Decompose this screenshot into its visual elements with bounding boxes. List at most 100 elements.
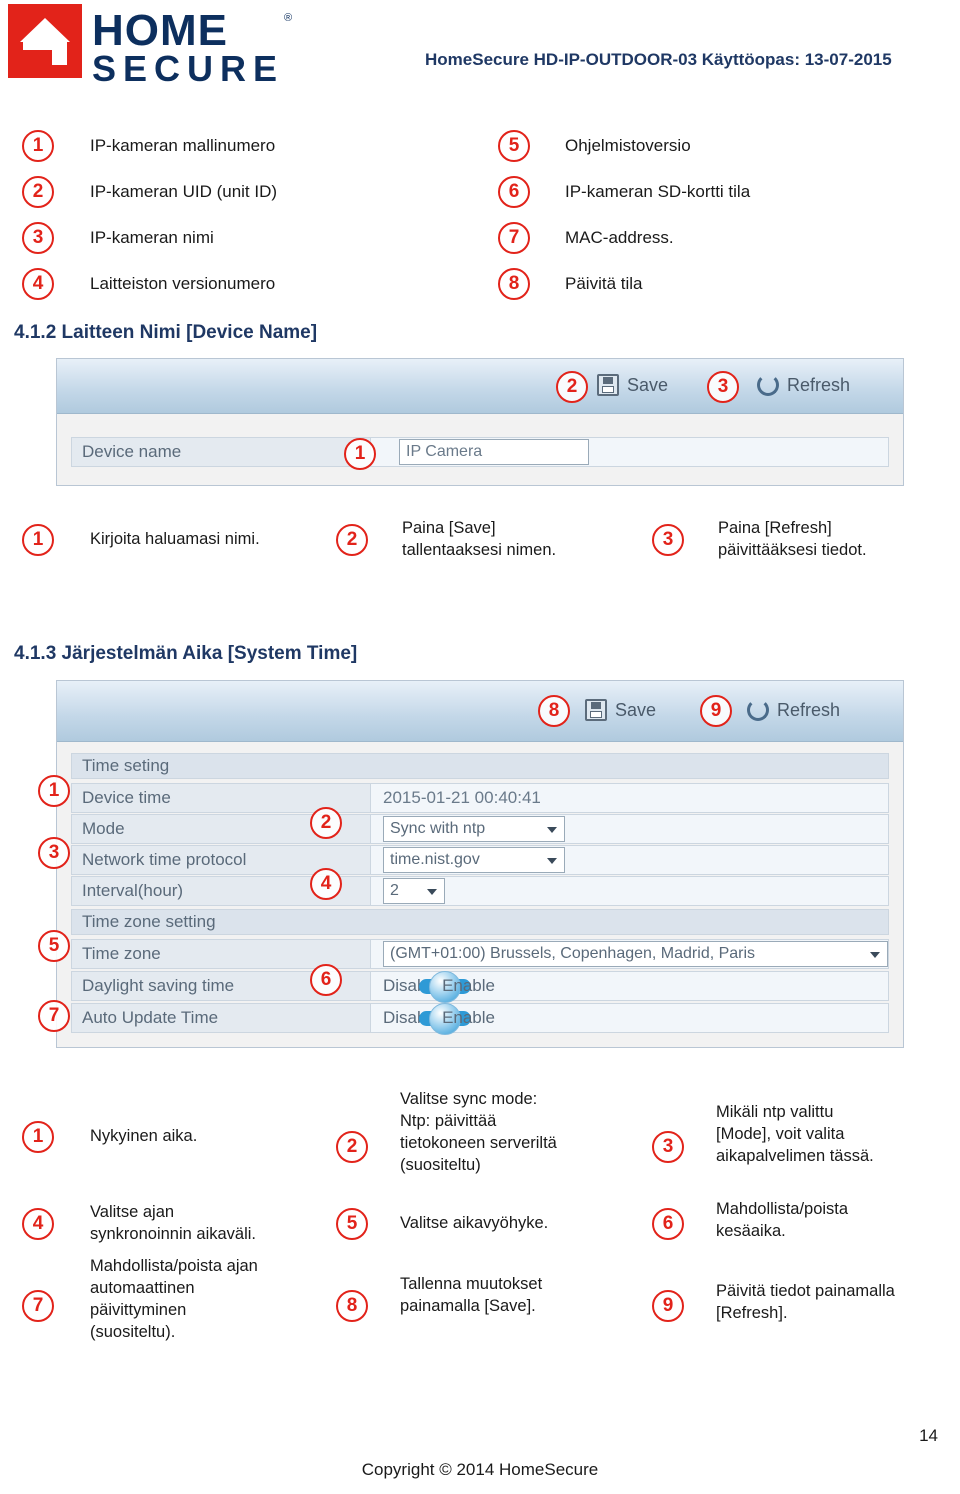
explanation-text-3: Paina [Refresh] päivittääksesi tiedot. — [718, 519, 867, 559]
heading-device-name: 4.1.2 Laitteen Nimi [Device Name] — [14, 322, 318, 343]
refresh-button-system-time[interactable]: Refresh — [747, 699, 840, 721]
row-auto-update: Auto Update Time Disable Enable — [71, 1003, 889, 1035]
document-page: HOME SECURE ® HomeSecure HD-IP-OUTDOOR-0… — [0, 0, 960, 1494]
refresh-button-label: Refresh — [787, 374, 851, 395]
legend-badge-6: 6 — [498, 176, 530, 208]
select-interval[interactable]: 2 — [383, 878, 445, 904]
exp2-badge-4: 4 — [22, 1208, 54, 1240]
toggle-daylight-saving[interactable]: Disable Enable — [383, 971, 495, 1003]
label-auto-update: Auto Update Time — [71, 1003, 371, 1033]
screenshot2-badge-3: 3 — [38, 837, 70, 869]
refresh-button-device-name[interactable]: Refresh — [757, 374, 850, 396]
screenshot2-badge-7: 7 — [38, 1000, 70, 1032]
row-device-time: Device time 2015-01-21 00:40:41 — [71, 783, 889, 813]
heading-system-time: 4.1.3 Järjestelmän Aika [System Time] — [14, 643, 358, 664]
save-button-device-name[interactable]: Save — [597, 374, 668, 396]
exp2-badge-8: 8 — [336, 1290, 368, 1322]
exp2-text-4: Valitse ajan synkronoinnin aikaväli. — [90, 1203, 257, 1243]
exp2-text-9: Päivitä tiedot painamalla [Refresh]. — [716, 1282, 895, 1322]
screenshot2-badge-9: 9 — [700, 695, 732, 727]
legend-label-8: Päivitä tila — [565, 274, 643, 293]
refresh-icon — [757, 374, 779, 396]
explanations-system-time: 1 Nykyinen aika. 4 Valitse ajan synkrono… — [0, 1075, 960, 1365]
legend-label-5: Ohjelmistoversio — [565, 136, 691, 155]
toggle-daylight-on-label: Enable — [442, 976, 495, 995]
exp2-badge-1: 1 — [22, 1121, 54, 1153]
legend-badge-1: 1 — [22, 130, 54, 162]
screenshot2-badge-1: 1 — [38, 775, 70, 807]
legend-label-4: Laitteiston versionumero — [90, 274, 276, 293]
logo-house-cut-icon — [23, 50, 52, 65]
screenshot2-badge-8: 8 — [538, 695, 570, 727]
exp2-text-5: Valitse aikavyöhyke. — [400, 1214, 549, 1232]
logo-text-secure: SECURE — [92, 48, 285, 89]
screenshot-device-name: Save Refresh Device name IP Camera — [56, 358, 904, 486]
legend-label-2: IP-kameran UID (unit ID) — [90, 182, 278, 201]
document-title: HomeSecure HD-IP-OUTDOOR-03 Käyttöopas: … — [425, 50, 892, 69]
row-daylight-saving: Daylight saving time Disable Enable — [71, 971, 889, 1003]
legend-badge-4: 4 — [22, 268, 54, 300]
row-interval: Interval(hour) 2 — [71, 876, 889, 906]
refresh-icon — [747, 699, 769, 721]
device-name-input[interactable]: IP Camera — [399, 439, 589, 465]
screenshot-system-time: Save Refresh Time seting Device time 201… — [56, 680, 904, 1048]
screenshot2-badge-2: 2 — [310, 807, 342, 839]
value-interval-cell — [371, 876, 889, 906]
explanation-text-1: Kirjoita haluamasi nimi. — [90, 530, 260, 548]
save-icon — [597, 374, 619, 396]
legend-badge-7: 7 — [498, 222, 530, 254]
legend-badge-2: 2 — [22, 176, 54, 208]
group-header-time-setting: Time seting — [71, 753, 889, 779]
exp2-text-8: Tallenna muutokset painamalla [Save]. — [400, 1275, 543, 1315]
legend-label-1: IP-kameran mallinumero — [90, 136, 276, 155]
save-icon — [585, 699, 607, 721]
exp2-badge-2: 2 — [336, 1131, 368, 1163]
refresh-button-label-2: Refresh — [777, 699, 841, 720]
select-mode[interactable]: Sync with ntp — [383, 816, 565, 842]
save-button-label-2: Save — [615, 699, 657, 720]
toggle-auto-update[interactable]: Disable Enable — [383, 1003, 495, 1035]
screenshot-badge-2: 2 — [556, 371, 588, 403]
page-number: 14 — [919, 1426, 938, 1445]
explanation-text-2: Paina [Save] tallentaaksesi nimen. — [402, 519, 557, 559]
logo-house-roof-icon — [20, 18, 70, 42]
logo-red-square-icon — [8, 4, 82, 78]
exp2-text-6: Mahdollista/poista kesäaika. — [716, 1200, 849, 1240]
exp2-text-1: Nykyinen aika. — [90, 1127, 198, 1145]
screenshot-badge-1: 1 — [344, 438, 376, 470]
save-button-label: Save — [627, 374, 669, 395]
legend-label-7: MAC-address. — [565, 228, 674, 247]
explanation-badge-3: 3 — [652, 524, 684, 556]
exp2-badge-3: 3 — [652, 1131, 684, 1163]
screenshot2-badge-4: 4 — [310, 868, 342, 900]
value-device-time: 2015-01-21 00:40:41 — [371, 783, 889, 813]
legend-badge-8: 8 — [498, 268, 530, 300]
logo-registered-icon: ® — [284, 12, 293, 24]
screenshot-badge-3: 3 — [707, 371, 739, 403]
row-mode: Mode Sync with ntp — [71, 814, 889, 844]
toggle-auto-on-label: Enable — [442, 1008, 495, 1027]
save-button-system-time[interactable]: Save — [585, 699, 656, 721]
explanation-badge-2: 2 — [336, 524, 368, 556]
legend-label-6: IP-kameran SD-kortti tila — [565, 182, 751, 201]
legend-label-3: IP-kameran nimi — [90, 228, 214, 247]
screenshot2-badge-6: 6 — [310, 964, 342, 996]
page-header: HOME SECURE ® HomeSecure HD-IP-OUTDOOR-0… — [0, 0, 960, 95]
exp2-badge-7: 7 — [22, 1290, 54, 1322]
select-ntp-server[interactable]: time.nist.gov — [383, 847, 565, 873]
screenshot2-badge-5: 5 — [38, 930, 70, 962]
exp2-text-7: Mahdollista/poista ajan automaattinen pä… — [90, 1257, 258, 1341]
device-name-row: Device name IP Camera — [71, 437, 889, 467]
exp2-text-3: Mikäli ntp valittu [Mode], voit valita a… — [716, 1103, 874, 1165]
homesecure-logo: HOME SECURE ® — [8, 4, 298, 89]
explanation-badge-1: 1 — [22, 524, 54, 556]
exp2-badge-5: 5 — [336, 1208, 368, 1240]
row-time-zone: Time zone (GMT+01:00) Brussels, Copenhag… — [71, 939, 889, 969]
legend-badge-3: 3 — [22, 222, 54, 254]
exp2-badge-6: 6 — [652, 1208, 684, 1240]
exp2-badge-9: 9 — [652, 1290, 684, 1322]
row-ntp: Network time protocol time.nist.gov — [71, 845, 889, 875]
explanations-device-name: 1 Kirjoita haluamasi nimi. 2 Paina [Save… — [0, 510, 960, 590]
select-time-zone[interactable]: (GMT+01:00) Brussels, Copenhagen, Madrid… — [383, 941, 888, 967]
device-name-label: Device name — [71, 437, 371, 467]
